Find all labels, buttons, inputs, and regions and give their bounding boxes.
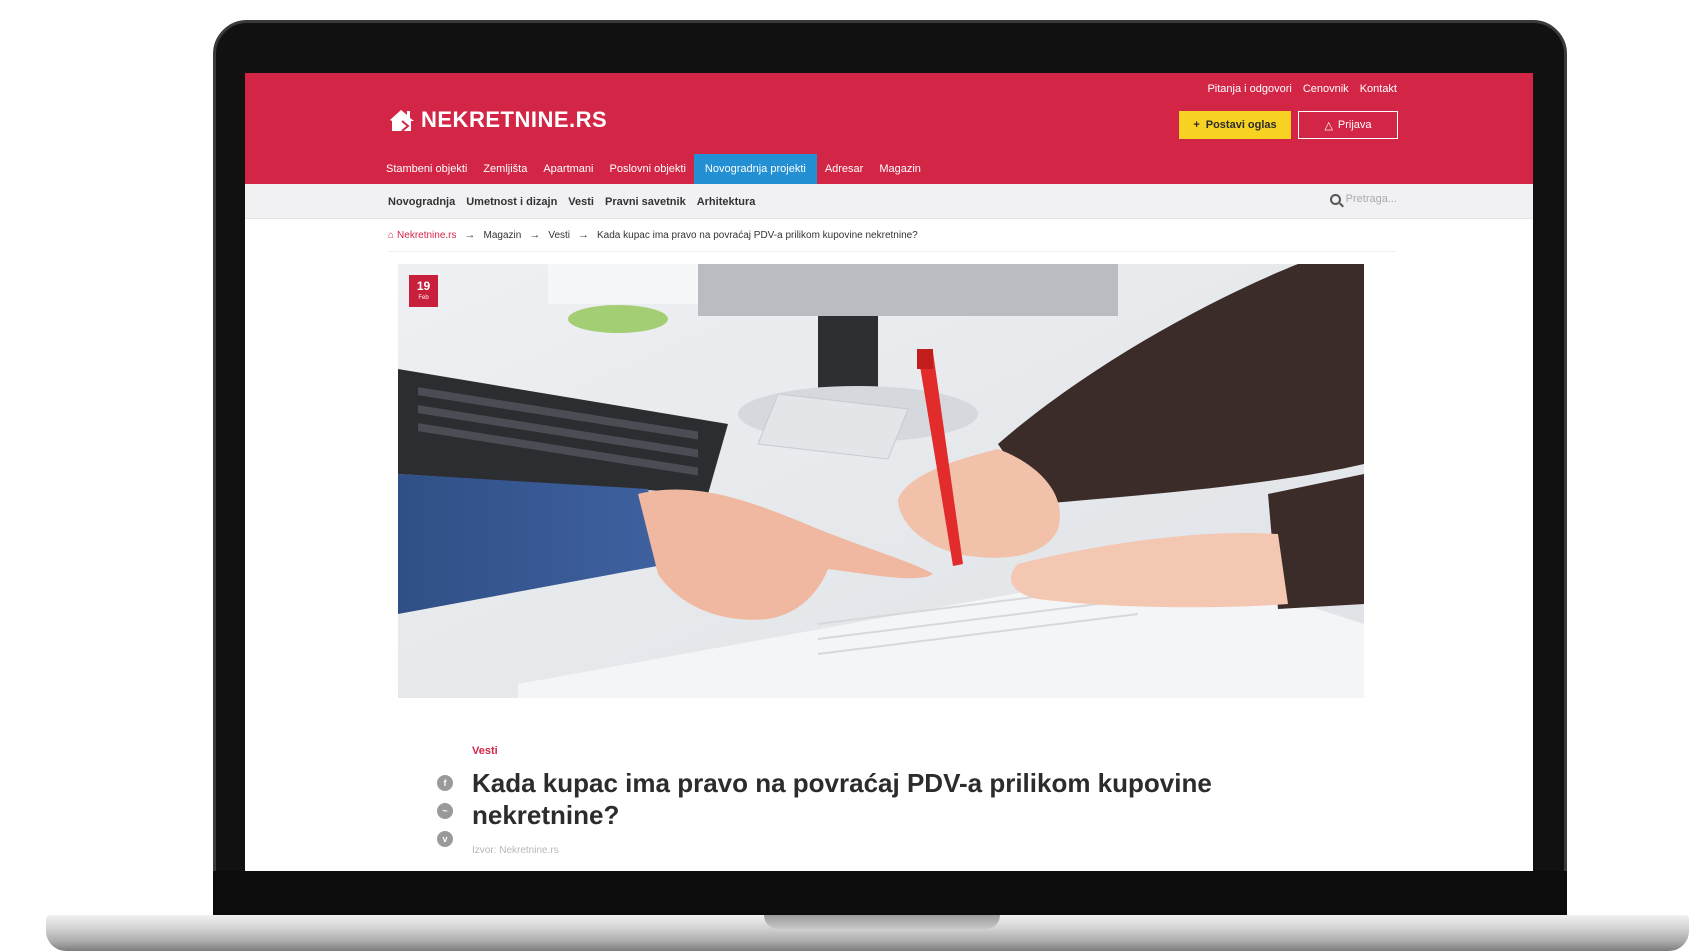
sub-nav-item-news[interactable]: Vesti (568, 196, 594, 208)
top-link-pricing[interactable]: Cenovnik (1303, 83, 1349, 95)
article-title: Kada kupac ima pravo na povraćaj PDV-a p… (472, 768, 1212, 830)
search-placeholder: Pretraga... (1345, 193, 1397, 205)
nav-item-directory[interactable]: Adresar (817, 154, 872, 184)
date-month: Feb (418, 295, 429, 301)
main-nav: Stambeni objekti Zemljišta Apartmani Pos… (378, 154, 929, 184)
sub-nav: Novogradnja Umetnost i dizajn Vesti Prav… (245, 184, 1533, 219)
house-logo-icon (388, 106, 418, 134)
login-button[interactable]: △ Prijava (1298, 111, 1398, 139)
contract-signing-photo (398, 264, 1364, 698)
nav-item-magazine[interactable]: Magazin (871, 154, 929, 184)
article-category[interactable]: Vesti (472, 745, 498, 757)
laptop-mockup: NEKRETNINE.RS Pitanja i odgovori Cenovni… (0, 0, 1689, 951)
laptop-bezel-bottom (213, 871, 1567, 915)
sub-nav-item-new-construction[interactable]: Novogradnja (388, 196, 455, 208)
nav-item-apartments[interactable]: Apartmani (535, 154, 601, 184)
top-link-contact[interactable]: Kontakt (1360, 83, 1397, 95)
post-ad-label: Postavi oglas (1205, 119, 1277, 131)
arrow-right-icon: → (529, 229, 541, 241)
logo-text: NEKRETNINE.RS (421, 107, 608, 132)
nav-item-commercial[interactable]: Poslovni objekti (601, 154, 693, 184)
breadcrumb-current: Kada kupac ima pravo na povraćaj PDV-a p… (597, 229, 918, 241)
home-icon: ⌂ (388, 229, 395, 241)
breadcrumb-home-label: Nekretnine.rs (397, 229, 457, 241)
facebook-icon[interactable]: f (437, 775, 453, 791)
site-logo[interactable]: NEKRETNINE.RS (388, 105, 607, 135)
nav-item-land[interactable]: Zemljišta (475, 154, 535, 184)
sub-nav-item-art-design[interactable]: Umetnost i dizajn (466, 196, 557, 208)
breadcrumb-news[interactable]: Vesti (548, 230, 570, 241)
search-icon (1329, 193, 1341, 205)
breadcrumb-home[interactable]: ⌂ Nekretnine.rs (388, 230, 457, 241)
date-badge: 19 Feb (409, 275, 438, 307)
top-links: Pitanja i odgovori Cenovnik Kontakt (1207, 83, 1397, 95)
login-label: Prijava (1337, 119, 1372, 131)
viber-icon[interactable]: v (437, 831, 453, 847)
site-header: NEKRETNINE.RS Pitanja i odgovori Cenovni… (245, 73, 1533, 184)
breadcrumb-magazine[interactable]: Magazin (484, 230, 522, 241)
breadcrumb: ⌂ Nekretnine.rs → Magazin → Vesti → Kada… (388, 219, 1396, 252)
post-ad-button[interactable]: + Postavi oglas (1179, 111, 1291, 139)
nav-item-residential[interactable]: Stambeni objekti (378, 154, 475, 184)
sub-nav-item-legal[interactable]: Pravni savetnik (605, 196, 686, 208)
sub-nav-items: Novogradnja Umetnost i dizajn Vesti Prav… (388, 184, 755, 219)
sub-nav-item-architecture[interactable]: Arhitektura (697, 196, 756, 208)
top-link-faq[interactable]: Pitanja i odgovori (1207, 83, 1291, 95)
arrow-right-icon: → (578, 229, 590, 241)
arrow-right-icon: → (464, 229, 476, 241)
messenger-icon[interactable]: ~ (437, 803, 453, 819)
nav-item-new-construction[interactable]: Novogradnja projekti (693, 154, 817, 184)
date-day: 19 (416, 279, 431, 293)
article-hero-image: 19 Feb (398, 264, 1364, 698)
user-icon: △ (1324, 119, 1333, 132)
search-box[interactable]: Pretraga... (1329, 193, 1397, 205)
share-buttons: f ~ v (437, 775, 453, 847)
plus-icon: + (1193, 119, 1200, 131)
laptop-notch (764, 915, 1000, 929)
browser-viewport: NEKRETNINE.RS Pitanja i odgovori Cenovni… (245, 73, 1533, 871)
article-source: Izvor: Nekretnine.rs (472, 845, 559, 856)
